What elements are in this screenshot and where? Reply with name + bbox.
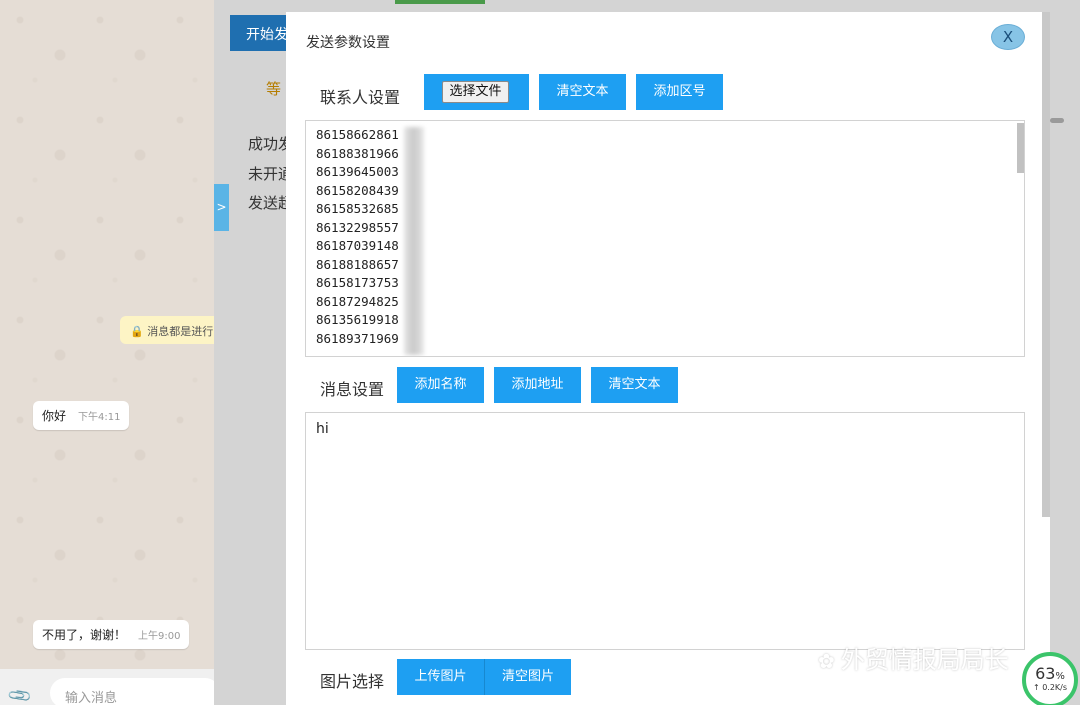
encryption-notice-text: 消息都是进行	[147, 325, 214, 338]
add-area-code-button[interactable]: 添加区号	[636, 74, 723, 110]
speed-percent: 63%	[1035, 664, 1065, 683]
contacts-scrollbar[interactable]	[1017, 123, 1024, 173]
watermark: ✿ 外贸情报局局长	[818, 640, 1009, 675]
encryption-notice[interactable]: 🔒 消息都是进行	[120, 316, 214, 344]
add-address-button[interactable]: 添加地址	[494, 367, 581, 403]
panel-toggle-button[interactable]: >	[214, 184, 229, 231]
message-input[interactable]: 输入消息	[50, 678, 214, 705]
message-bubble[interactable]: 你好 下午4:11	[33, 401, 130, 430]
message-text: 你好	[42, 409, 67, 423]
privacy-blur	[404, 127, 424, 355]
background-scrollbar[interactable]	[1050, 118, 1064, 123]
message-text: 不用了，谢谢！	[42, 628, 127, 642]
modal-title: 发送参数设置	[306, 35, 390, 51]
background-tab[interactable]: 等	[266, 78, 281, 99]
contact-settings-label: 联系人设置	[320, 88, 401, 107]
active-tab-indicator	[395, 0, 485, 4]
watermark-text: 外贸情报局局长	[840, 646, 1009, 674]
speed-rate: ↑ 0.2K/s	[1032, 683, 1068, 692]
message-time: 下午4:11	[78, 412, 121, 423]
close-button[interactable]: X	[991, 24, 1025, 50]
message-time: 上午9:00	[138, 631, 181, 642]
clear-contacts-button[interactable]: 清空文本	[539, 74, 626, 110]
chat-wallpaper	[0, 0, 214, 705]
clear-message-button[interactable]: 清空文本	[591, 367, 678, 403]
wechat-icon: ✿	[818, 649, 835, 673]
add-name-button[interactable]: 添加名称	[397, 367, 484, 403]
clear-images-button[interactable]: 清空图片	[484, 659, 571, 695]
network-speed-badge[interactable]: 63% ↑ 0.2K/s	[1022, 652, 1078, 705]
message-textarea[interactable]: hi	[305, 412, 1025, 650]
send-settings-modal: 发送参数设置 X 联系人设置 选择文件 清空文本 添加区号 8615866286…	[286, 12, 1050, 705]
message-settings-label: 消息设置	[320, 380, 385, 399]
modal-scrollbar[interactable]	[1042, 12, 1050, 517]
choose-file-button[interactable]: 选择文件	[442, 81, 509, 103]
chat-panel: 🔒 消息都是进行 你好 下午4:11 不用了，谢谢！ 上午9:00 📎 输入消息	[0, 0, 214, 705]
contacts-textarea[interactable]: 86158662861 86188381966 86139645003 8615…	[305, 120, 1025, 357]
image-select-label: 图片选择	[320, 672, 385, 691]
upload-image-button[interactable]: 上传图片	[397, 659, 484, 695]
message-bubble[interactable]: 不用了，谢谢！ 上午9:00	[33, 620, 190, 649]
